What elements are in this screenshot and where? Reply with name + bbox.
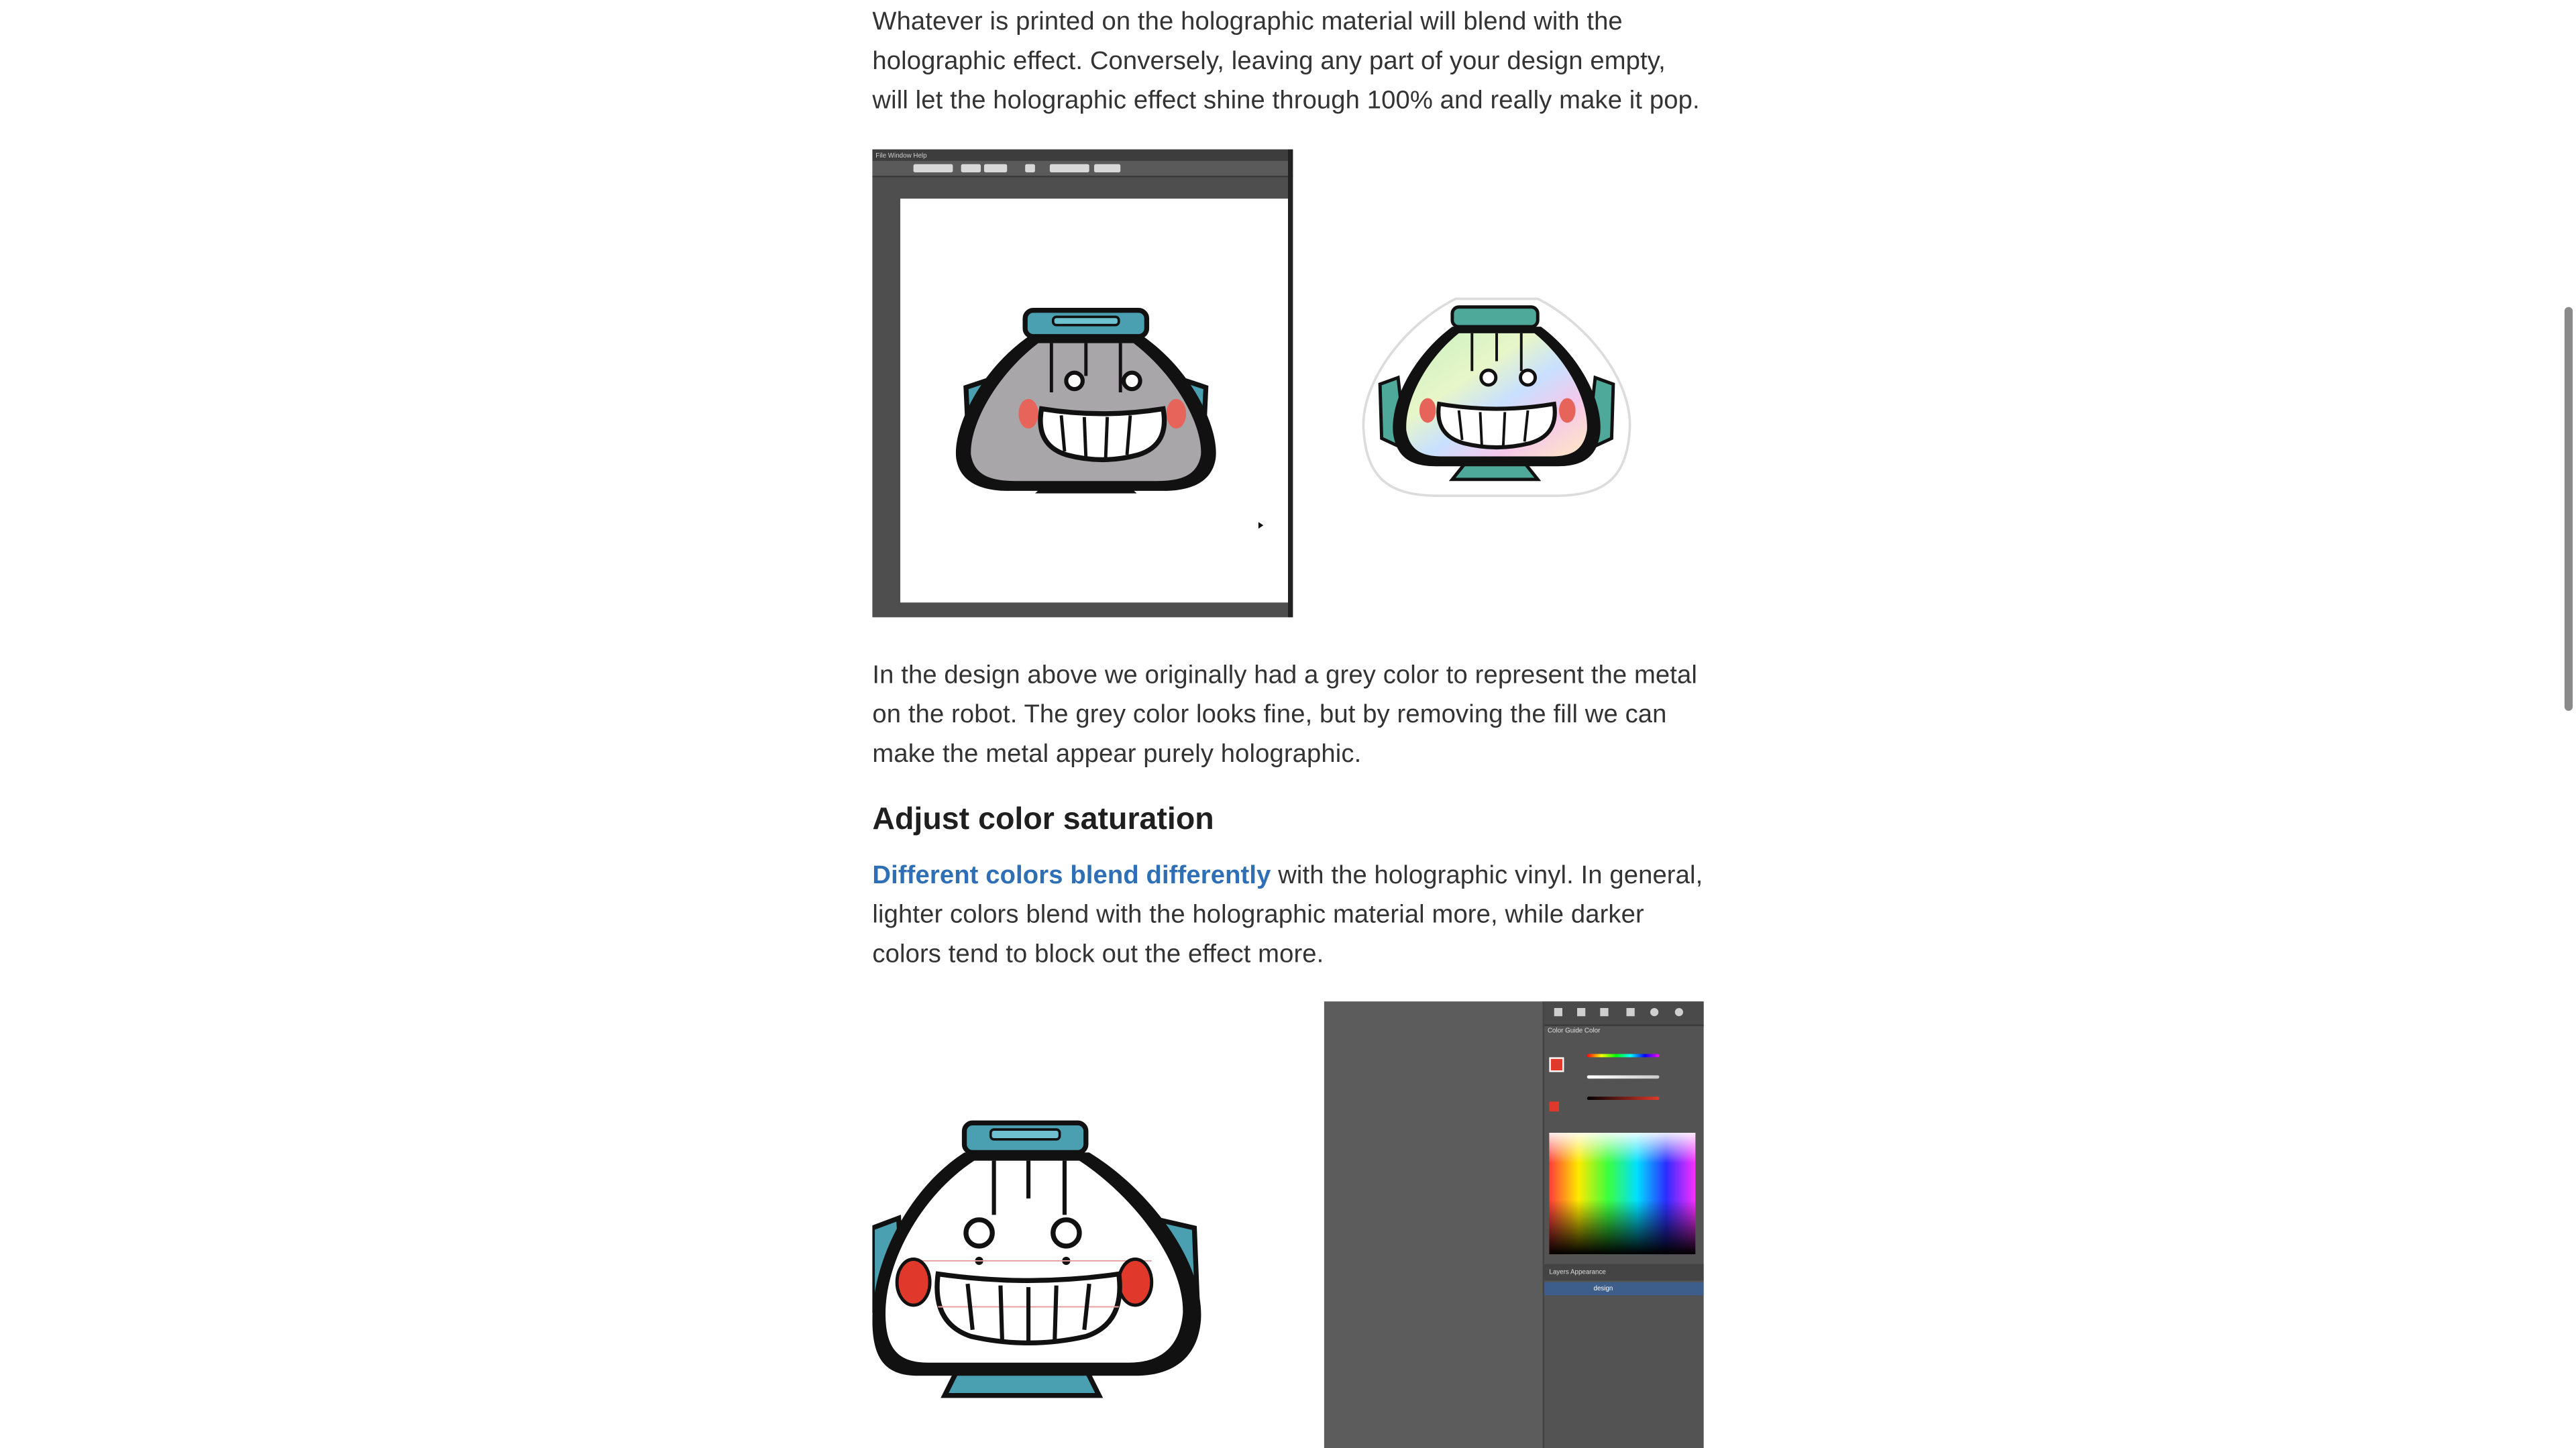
brightness-slider[interactable]: [1587, 1097, 1660, 1101]
color-panel: Color Guide Color Layers Appearance desi…: [1542, 1001, 1704, 1448]
red-swatch[interactable]: [1549, 1101, 1560, 1112]
holographic-sticker-preview: [1362, 297, 1631, 498]
robot-grey-illustration: [955, 307, 1216, 494]
window-edge: [1288, 149, 1293, 618]
layers-panel-tabs[interactable]: Layers Appearance: [1544, 1264, 1704, 1281]
illustrator-screenshot-grey-robot: File Window Help: [872, 149, 1293, 618]
fill-swatch[interactable]: [1549, 1057, 1564, 1072]
panel-toolbar: [1544, 1001, 1704, 1026]
saturation-slider[interactable]: [1587, 1075, 1660, 1079]
section-heading-adjust-saturation: Adjust color saturation: [872, 802, 1214, 838]
scrollbar-thumb[interactable]: [2564, 307, 2573, 711]
layer-row-design[interactable]: design: [1544, 1282, 1704, 1296]
paragraph-holographic-blend: Whatever is printed on the holographic m…: [872, 8, 1700, 115]
control-bar: [872, 160, 1293, 178]
hue-slider[interactable]: [1587, 1054, 1660, 1058]
page: Whatever is printed on the holographic m…: [0, 0, 2576, 1448]
color-spectrum-picker[interactable]: [1549, 1133, 1696, 1255]
app-menubar: File Window Help: [872, 149, 1293, 161]
mouse-cursor-icon: [1258, 522, 1264, 529]
paragraph-grey-metal: In the design above we originally had a …: [872, 661, 1697, 769]
scrollbar-track[interactable]: [2561, 0, 2576, 1448]
panel-tool-icons: [1554, 1007, 1683, 1017]
color-panel-tabs[interactable]: Color Guide Color: [1548, 1026, 1600, 1034]
link-different-colors-blend[interactable]: Different colors blend differently: [872, 862, 1271, 890]
paragraph-colors-blend: Different colors blend differently with …: [872, 857, 1703, 975]
artboard: [900, 199, 1289, 603]
illustrator-screenshot-color-panel: Color Guide Color Layers Appearance desi…: [1324, 1001, 1704, 1448]
robot-white-illustration: [872, 1120, 1201, 1398]
